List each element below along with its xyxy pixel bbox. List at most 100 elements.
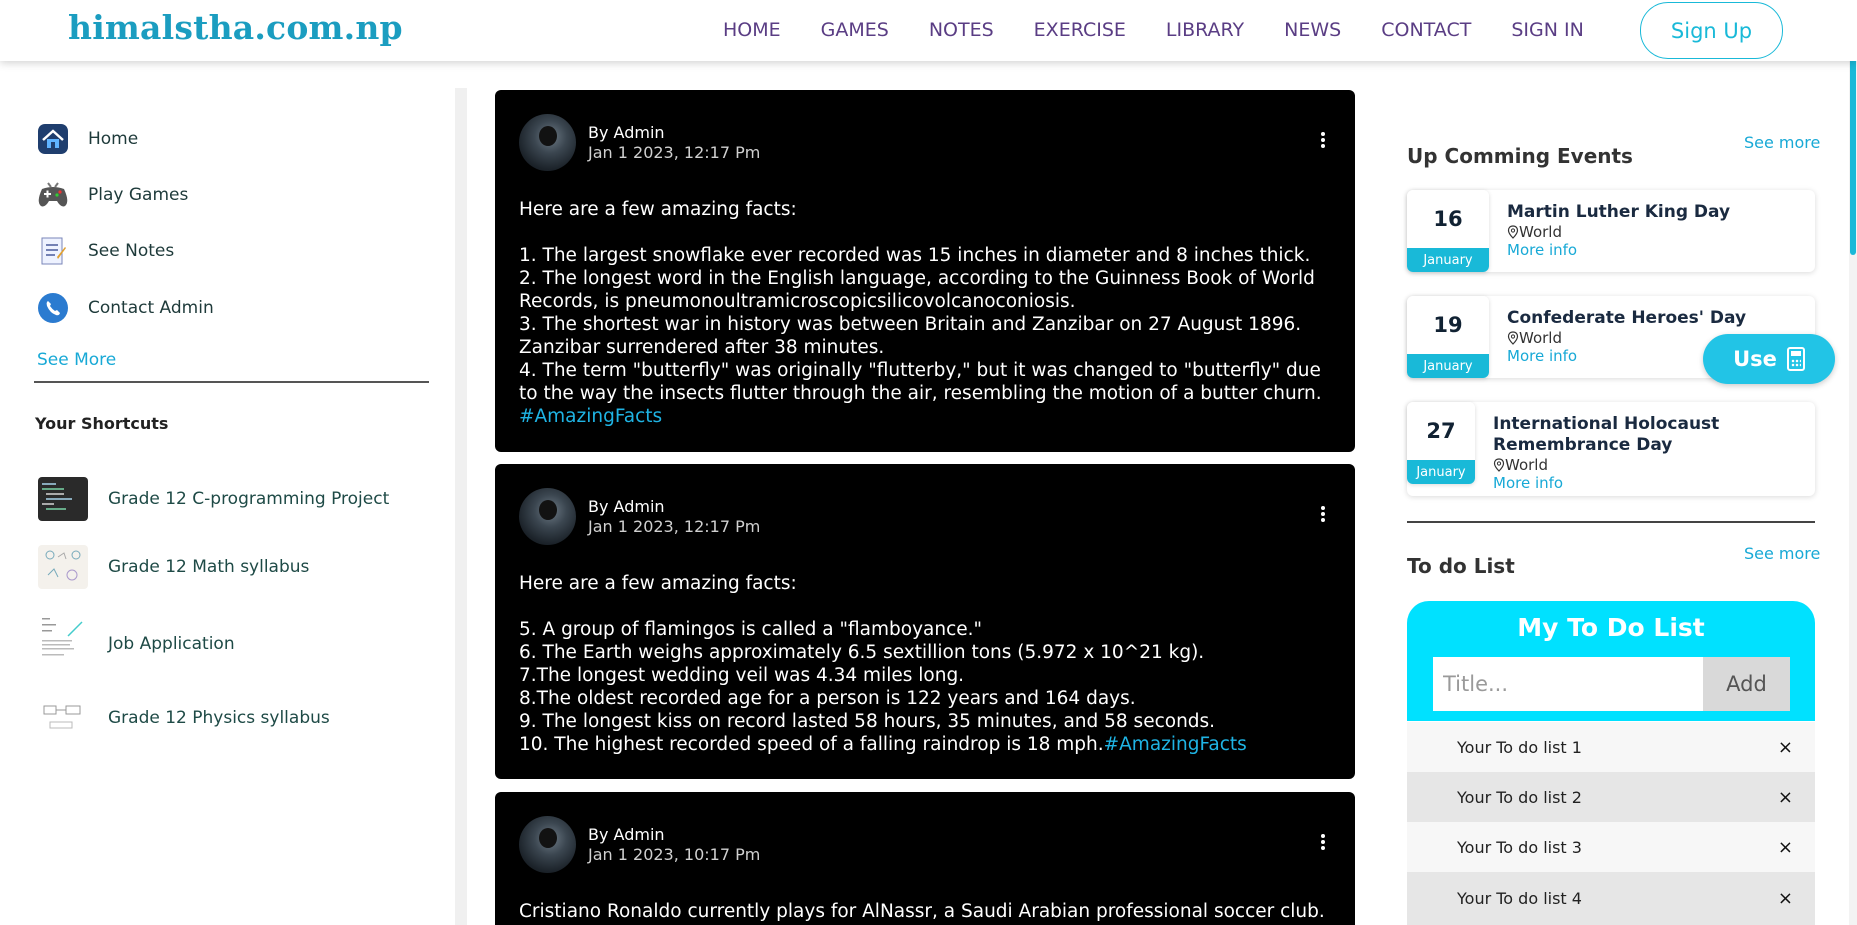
- shortcut-physics-syllabus[interactable]: Grade 12 Physics syllabus: [38, 696, 330, 740]
- hashtag-link[interactable]: #AmazingFacts: [1104, 734, 1247, 755]
- post-date: Jan 1 2023, 10:17 Pm: [588, 845, 761, 864]
- event-month: January: [1407, 248, 1489, 272]
- nav-sign-in[interactable]: SIGN IN: [1511, 19, 1583, 41]
- todo-title-input[interactable]: [1433, 657, 1703, 711]
- todo-item-text: Your To do list 3: [1457, 837, 1582, 857]
- post-header: By Admin Jan 1 2023, 10:17 Pm: [519, 816, 760, 873]
- close-icon[interactable]: ×: [1778, 837, 1793, 858]
- post-card: By Admin Jan 1 2023, 10:17 Pm Cristiano …: [495, 792, 1355, 925]
- event-month: January: [1407, 354, 1489, 378]
- events-see-more-link[interactable]: See more: [1744, 133, 1820, 152]
- post-card: By Admin Jan 1 2023, 12:17 Pm Here are a…: [495, 464, 1355, 779]
- avatar[interactable]: [519, 114, 576, 171]
- shortcut-c-programming[interactable]: Grade 12 C-programming Project: [38, 477, 389, 521]
- post-header: By Admin Jan 1 2023, 12:17 Pm: [519, 488, 760, 545]
- event-day: 16: [1407, 190, 1489, 248]
- shortcut-thumbnail: [38, 696, 88, 740]
- sidebar-item-label: Play Games: [88, 185, 189, 205]
- post-blank-line: [519, 595, 1339, 618]
- shortcut-label: Grade 12 C-programming Project: [108, 489, 390, 509]
- post-line-with-tag: 10. The highest recorded speed of a fall…: [519, 733, 1339, 756]
- nav-games[interactable]: GAMES: [821, 19, 889, 41]
- event-place-text: World: [1505, 456, 1548, 474]
- gamepad-icon: [36, 178, 70, 212]
- todo-see-more-link[interactable]: See more: [1744, 544, 1820, 563]
- nav-news[interactable]: NEWS: [1284, 19, 1341, 41]
- shortcut-math-syllabus[interactable]: Grade 12 Math syllabus: [38, 545, 309, 589]
- post-line: 4. The term "butterfly" was originally "…: [519, 360, 1321, 381]
- feed-scroll-track: [455, 88, 467, 925]
- todo-list-item[interactable]: Your To do list 3 ×: [1407, 822, 1815, 872]
- close-icon[interactable]: ×: [1778, 787, 1793, 808]
- notes-icon: [36, 234, 70, 268]
- todo-list-item[interactable]: Your To do list 4 ×: [1407, 872, 1815, 925]
- post-line: Here are a few amazing facts:: [519, 573, 797, 594]
- shortcut-job-application[interactable]: Job Application: [38, 609, 235, 679]
- event-more-info-link[interactable]: More info: [1507, 241, 1730, 259]
- event-name: Martin Luther King Day: [1507, 202, 1731, 222]
- sidebar-item-play-games[interactable]: Play Games: [36, 178, 188, 212]
- phone-icon: [36, 291, 70, 325]
- hashtag-link[interactable]: #AmazingFacts: [519, 405, 1339, 428]
- sidebar-item-contact-admin[interactable]: Contact Admin: [36, 291, 214, 325]
- post-date: Jan 1 2023, 12:17 Pm: [588, 143, 761, 162]
- nav-contact[interactable]: CONTACT: [1381, 19, 1471, 41]
- event-day: 27: [1407, 402, 1475, 460]
- see-more-link[interactable]: See More: [37, 350, 116, 370]
- event-card[interactable]: 16 January Martin Luther King Day World …: [1407, 190, 1815, 272]
- post-line: 7.The longest wedding veil was 4.34 mile…: [519, 665, 965, 686]
- shortcut-thumbnail: [38, 614, 88, 674]
- post-line: 10. The highest recorded speed of a fall…: [519, 734, 1104, 755]
- site-logo[interactable]: himalstha.com.np: [68, 8, 403, 47]
- event-date: 27 January: [1407, 402, 1475, 484]
- event-date: 19 January: [1407, 296, 1489, 378]
- use-button-label: Use: [1733, 347, 1777, 371]
- todo-add-button[interactable]: Add: [1703, 657, 1790, 711]
- event-day: 19: [1407, 296, 1489, 354]
- close-icon[interactable]: ×: [1778, 888, 1793, 909]
- shortcuts-title: Your Shortcuts: [35, 414, 169, 433]
- home-icon: [36, 122, 70, 156]
- nav-home[interactable]: HOME: [723, 19, 781, 41]
- sidebar-item-see-notes[interactable]: See Notes: [36, 234, 174, 268]
- post-author[interactable]: By Admin: [588, 825, 760, 844]
- todo-heading: My To Do List: [1517, 613, 1705, 642]
- shortcut-thumbnail: [38, 545, 88, 589]
- event-card[interactable]: 27 January International Holocaust Remem…: [1407, 402, 1815, 496]
- post-line: 1. The largest snowflake ever recorded w…: [519, 245, 1311, 266]
- post-blank-line: [519, 221, 1339, 244]
- close-icon[interactable]: ×: [1778, 737, 1793, 758]
- post-line: 5. A group of flamingos is called a "fla…: [519, 619, 983, 640]
- post-body: Here are a few amazing facts: 5. A group…: [519, 572, 1339, 756]
- use-calculator-button[interactable]: Use: [1703, 334, 1835, 384]
- left-sidebar: Home Play Games See Notes Contact Admin …: [0, 61, 455, 925]
- post-line: 8.The oldest recorded age for a person i…: [519, 688, 1136, 709]
- shortcut-label: Grade 12 Math syllabus: [108, 557, 310, 577]
- nav-library[interactable]: LIBRARY: [1166, 19, 1244, 41]
- post-menu-icon[interactable]: [1321, 506, 1325, 524]
- post-menu-icon[interactable]: [1321, 132, 1325, 150]
- location-pin-icon: [1507, 331, 1519, 345]
- sidebar-item-home[interactable]: Home: [36, 122, 138, 156]
- main-nav: HOME GAMES NOTES EXERCISE LIBRARY NEWS C…: [723, 19, 1624, 41]
- todo-title: To do List: [1407, 554, 1515, 578]
- shortcut-label: Grade 12 Physics syllabus: [108, 708, 330, 728]
- event-place-text: World: [1519, 223, 1562, 241]
- todo-list-item[interactable]: Your To do list 1 ×: [1407, 722, 1815, 772]
- post-author[interactable]: By Admin: [588, 497, 760, 516]
- todo-card: My To Do List Add: [1407, 601, 1815, 721]
- post-author[interactable]: By Admin: [588, 123, 760, 142]
- avatar[interactable]: [519, 488, 576, 545]
- post-menu-icon[interactable]: [1321, 834, 1325, 852]
- event-more-info-link[interactable]: More info: [1493, 474, 1793, 492]
- post-body: Here are a few amazing facts: 1. The lar…: [519, 198, 1339, 428]
- todo-item-text: Your To do list 2: [1457, 787, 1582, 807]
- todo-list-item[interactable]: Your To do list 2 ×: [1407, 772, 1815, 822]
- avatar[interactable]: [519, 816, 576, 873]
- sign-up-button[interactable]: Sign Up: [1640, 2, 1783, 59]
- nav-notes[interactable]: NOTES: [929, 19, 994, 41]
- shortcut-label: Job Application: [108, 634, 235, 654]
- location-pin-icon: [1507, 225, 1519, 239]
- right-divider: [1407, 521, 1815, 523]
- nav-exercise[interactable]: EXERCISE: [1034, 19, 1126, 41]
